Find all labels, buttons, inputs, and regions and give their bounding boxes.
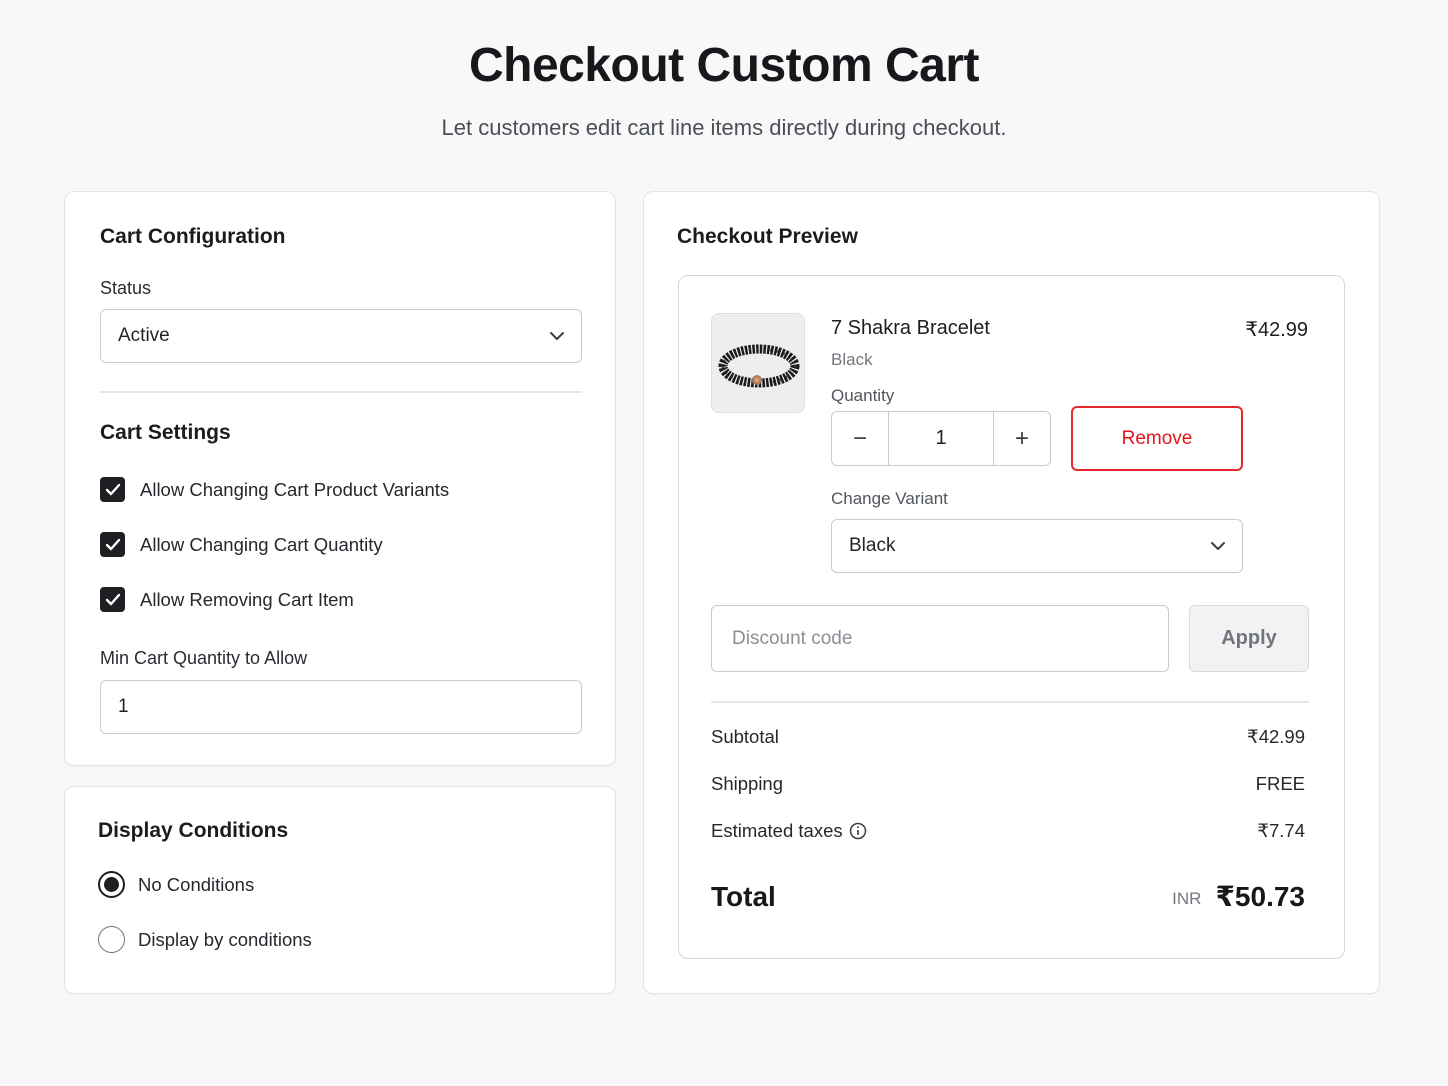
quantity-label: Quantity	[831, 386, 895, 405]
page-title: Checkout Custom Cart	[468, 39, 980, 92]
checkout-preview-title: Checkout Preview	[677, 225, 858, 248]
product-image	[711, 313, 805, 413]
remove-button[interactable]: Remove	[1071, 406, 1243, 471]
min-quantity-input[interactable]: 1	[100, 680, 582, 734]
cart-configuration-title: Cart Configuration	[100, 225, 286, 248]
checkmark-icon	[105, 483, 120, 496]
quantity-value[interactable]: 1	[888, 412, 994, 465]
setting-remove-item[interactable]: Allow Removing Cart Item	[100, 587, 354, 612]
checkmark-icon	[105, 593, 120, 606]
shipping-label: Shipping	[711, 773, 784, 794]
setting-change-quantity[interactable]: Allow Changing Cart Quantity	[100, 532, 383, 557]
summary-divider	[711, 701, 1309, 703]
status-select-value: Active	[118, 325, 170, 346]
setting-change-variants[interactable]: Allow Changing Cart Product Variants	[100, 477, 449, 502]
bracelet-image	[712, 314, 804, 412]
discount-code-input[interactable]: Discount code	[711, 605, 1169, 672]
status-select[interactable]: Active	[100, 309, 582, 363]
radio-label: Display by conditions	[138, 928, 312, 950]
change-variant-label: Change Variant	[831, 489, 948, 508]
chevron-down-icon	[1211, 542, 1225, 550]
taxes-row: Estimated taxes ₹7.74	[711, 820, 1305, 842]
total-row: Total INR ₹50.73	[711, 880, 1305, 913]
subtotal-value: ₹42.99	[1246, 726, 1305, 747]
apply-button[interactable]: Apply	[1189, 605, 1309, 672]
shipping-row: Shipping FREE	[711, 773, 1305, 795]
total-amount: ₹50.73	[1215, 881, 1305, 912]
checkout-preview-panel: 7 Shakra Bracelet ₹42.99 Black Quantity …	[678, 275, 1345, 959]
page-header: Checkout Custom Cart Let customers edit …	[0, 36, 1448, 142]
cart-configuration-card: Cart Configuration Status Active Cart Se…	[64, 191, 616, 766]
subtotal-row: Subtotal ₹42.99	[711, 726, 1305, 748]
info-icon[interactable]	[849, 822, 867, 840]
setting-label: Allow Removing Cart Item	[140, 588, 354, 610]
cart-settings-title: Cart Settings	[100, 421, 231, 444]
radio-label: No Conditions	[138, 873, 255, 895]
subtotal-label: Subtotal	[711, 726, 779, 747]
quantity-stepper: − 1 +	[831, 411, 1051, 466]
variant-select-value: Black	[849, 535, 896, 556]
display-conditions-title: Display Conditions	[98, 819, 289, 842]
display-conditions-card: Display Conditions No Conditions Display…	[64, 786, 616, 994]
status-label: Status	[100, 278, 152, 298]
checkout-preview-card: Checkout Preview 7 Shakra Bracelet ₹42.9…	[643, 191, 1380, 994]
product-price: ₹42.99	[1245, 319, 1308, 341]
product-variant: Black	[831, 350, 873, 369]
setting-label: Allow Changing Cart Product Variants	[140, 478, 450, 500]
decrement-button[interactable]: −	[832, 412, 888, 465]
total-label: Total	[711, 880, 776, 912]
setting-label: Allow Changing Cart Quantity	[140, 533, 383, 555]
variant-select[interactable]: Black	[831, 519, 1243, 573]
product-name: 7 Shakra Bracelet	[831, 317, 990, 339]
checkbox-checked[interactable]	[100, 587, 125, 612]
radio-no-conditions[interactable]: No Conditions	[98, 871, 254, 898]
section-divider	[100, 391, 582, 393]
checkmark-icon	[105, 538, 120, 551]
taxes-value: ₹7.74	[1257, 820, 1305, 841]
radio-selected[interactable]	[98, 871, 125, 898]
radio-display-by-conditions[interactable]: Display by conditions	[98, 926, 312, 953]
currency-code: INR	[1172, 888, 1202, 908]
shipping-value: FREE	[1255, 773, 1305, 794]
chevron-down-icon	[550, 332, 564, 340]
radio-unselected[interactable]	[98, 926, 125, 953]
checkbox-checked[interactable]	[100, 477, 125, 502]
increment-button[interactable]: +	[994, 412, 1050, 465]
taxes-label: Estimated taxes	[711, 820, 843, 841]
checkbox-checked[interactable]	[100, 532, 125, 557]
page-subtitle: Let customers edit cart line items direc…	[441, 115, 1007, 140]
min-quantity-label: Min Cart Quantity to Allow	[100, 648, 308, 668]
